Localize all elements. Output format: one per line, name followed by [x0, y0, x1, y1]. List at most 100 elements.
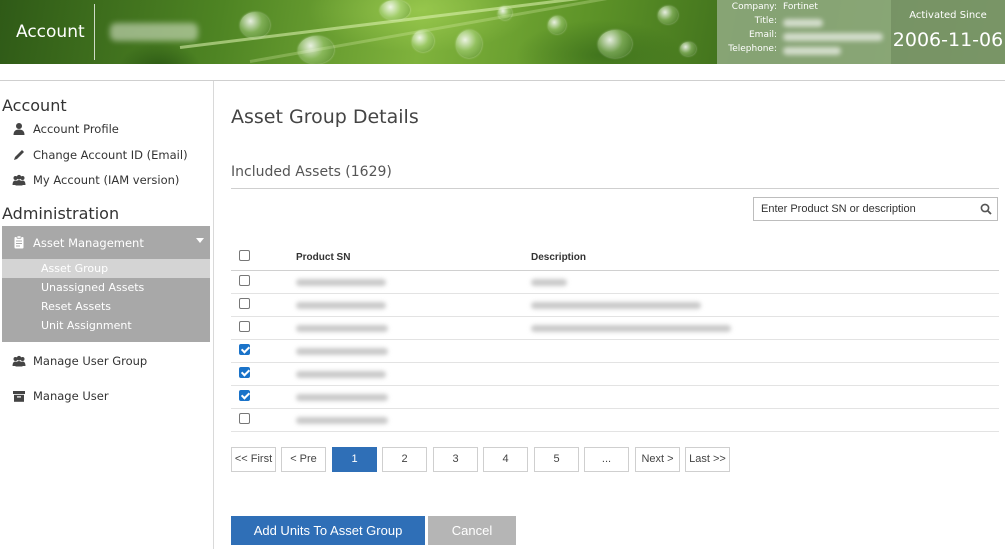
- sidebar-item-label: Asset Management: [33, 236, 144, 250]
- company-value: Fortinet: [783, 2, 818, 12]
- sidebar-item-label: Account Profile: [33, 122, 119, 136]
- description-redacted: [531, 302, 701, 309]
- sidebar-subitem-unit-assignment[interactable]: Unit Assignment: [2, 316, 210, 335]
- water-drop-decoration: [658, 6, 678, 24]
- sidebar-section-account: Account: [2, 96, 67, 115]
- activation-panel: Activated Since 2006-11-06: [891, 0, 1005, 64]
- sidebar-item-manage-user-group[interactable]: Manage User Group: [0, 350, 210, 372]
- water-drop-decoration: [240, 12, 270, 38]
- pagination-page-3[interactable]: 3: [433, 447, 478, 472]
- product-sn-redacted: [296, 279, 386, 286]
- sidebar-subitem-label: Unassigned Assets: [41, 281, 145, 294]
- email-label: Email:: [748, 30, 777, 40]
- pagination-page-1[interactable]: 1: [332, 447, 377, 472]
- pagination-page-5[interactable]: 5: [534, 447, 579, 472]
- header-title: Account: [16, 22, 85, 42]
- users-icon: [12, 174, 26, 186]
- row-checkbox[interactable]: [239, 298, 250, 309]
- product-sn-redacted: [296, 302, 386, 309]
- pagination-ellipsis[interactable]: ...: [584, 447, 629, 472]
- description-redacted: [531, 325, 731, 332]
- pagination-page-2[interactable]: 2: [382, 447, 427, 472]
- company-label: Company:: [731, 2, 777, 12]
- product-sn-redacted: [296, 325, 388, 332]
- title-value-redacted: [783, 19, 823, 27]
- header-banner: Account Company: Fortinet Title: Email: …: [0, 0, 1005, 64]
- water-drop-decoration: [680, 42, 696, 56]
- sidebar-subitem-unassigned-assets[interactable]: Unassigned Assets: [2, 278, 210, 297]
- sidebar-subitem-asset-group[interactable]: Asset Group: [2, 259, 210, 278]
- sidebar-item-change-account-id[interactable]: Change Account ID (Email): [0, 144, 210, 166]
- sidebar-item-label: Manage User Group: [33, 354, 148, 368]
- page-title: Asset Group Details: [231, 106, 419, 128]
- table-row: [231, 386, 999, 409]
- activated-date: 2006-11-06: [892, 29, 1004, 51]
- sidebar-subitem-reset-assets[interactable]: Reset Assets: [2, 297, 210, 316]
- pagination-page-4[interactable]: 4: [483, 447, 528, 472]
- sidebar-item-my-account-iam[interactable]: My Account (IAM version): [0, 169, 210, 191]
- header-divider: [94, 4, 95, 60]
- row-checkbox[interactable]: [239, 367, 250, 378]
- pagination-first[interactable]: << First: [231, 447, 276, 472]
- water-drop-decoration: [298, 36, 334, 64]
- asset-management-menu: Asset Management Asset Group Unassigned …: [2, 226, 210, 342]
- search-input[interactable]: [754, 198, 974, 220]
- sidebar-item-manage-user[interactable]: Manage User: [0, 385, 210, 407]
- column-header-description: Description: [531, 252, 587, 263]
- table-row: [231, 271, 999, 294]
- row-checkbox[interactable]: [239, 321, 250, 332]
- row-checkbox[interactable]: [239, 413, 250, 424]
- sidebar: Account Account Profile Change Account I…: [0, 81, 214, 549]
- product-sn-redacted: [296, 348, 388, 355]
- column-header-product-sn: Product SN: [296, 252, 351, 263]
- pagination-next[interactable]: Next >: [635, 447, 680, 472]
- included-assets-heading: Included Assets (1629): [231, 164, 392, 180]
- user-name-redacted: [110, 23, 198, 41]
- water-drop-decoration: [498, 6, 512, 20]
- cancel-button[interactable]: Cancel: [428, 516, 516, 545]
- product-sn-redacted: [296, 417, 388, 424]
- sidebar-item-label: Manage User: [33, 389, 109, 403]
- archive-icon: [13, 391, 25, 402]
- pagination-prev[interactable]: < Pre: [281, 447, 326, 472]
- sidebar-item-account-profile[interactable]: Account Profile: [0, 118, 210, 140]
- water-drop-decoration: [598, 30, 632, 58]
- row-checkbox[interactable]: [239, 344, 250, 355]
- sidebar-section-administration: Administration: [2, 204, 120, 223]
- title-row: Title:: [717, 16, 891, 30]
- activated-label: Activated Since: [909, 10, 987, 21]
- select-all-checkbox[interactable]: [239, 250, 250, 261]
- search-box: [753, 197, 998, 221]
- table-row: [231, 340, 999, 363]
- user-icon: [13, 123, 25, 135]
- row-checkbox[interactable]: [239, 390, 250, 401]
- search-icon[interactable]: [980, 203, 992, 215]
- company-row: Company: Fortinet: [717, 2, 891, 16]
- sidebar-item-asset-management[interactable]: Asset Management: [2, 226, 210, 259]
- users-icon: [12, 355, 26, 367]
- sidebar-subitem-label: Unit Assignment: [41, 319, 132, 332]
- telephone-row: Telephone:: [717, 44, 891, 58]
- table-row: [231, 363, 999, 386]
- water-drop-decoration: [412, 30, 434, 52]
- section-divider: [231, 188, 999, 189]
- sidebar-subitem-label: Reset Assets: [41, 300, 112, 313]
- pagination-last[interactable]: Last >>: [685, 447, 730, 472]
- table-row: [231, 409, 999, 432]
- email-value-redacted: [783, 33, 883, 41]
- email-row: Email:: [717, 30, 891, 44]
- clipboard-icon: [14, 235, 24, 249]
- product-sn-redacted: [296, 371, 386, 378]
- water-drop-decoration: [548, 16, 566, 34]
- table-row: [231, 317, 999, 340]
- water-drop-decoration: [380, 0, 410, 20]
- telephone-value-redacted: [783, 47, 841, 55]
- sidebar-item-label: Change Account ID (Email): [33, 148, 188, 162]
- row-checkbox[interactable]: [239, 275, 250, 286]
- chevron-down-icon: [196, 238, 204, 243]
- sidebar-subitem-label: Asset Group: [41, 262, 109, 275]
- add-units-button[interactable]: Add Units To Asset Group: [231, 516, 425, 545]
- title-label: Title:: [754, 16, 777, 26]
- table-row: [231, 294, 999, 317]
- table-header-row: Product SN Description: [231, 245, 999, 271]
